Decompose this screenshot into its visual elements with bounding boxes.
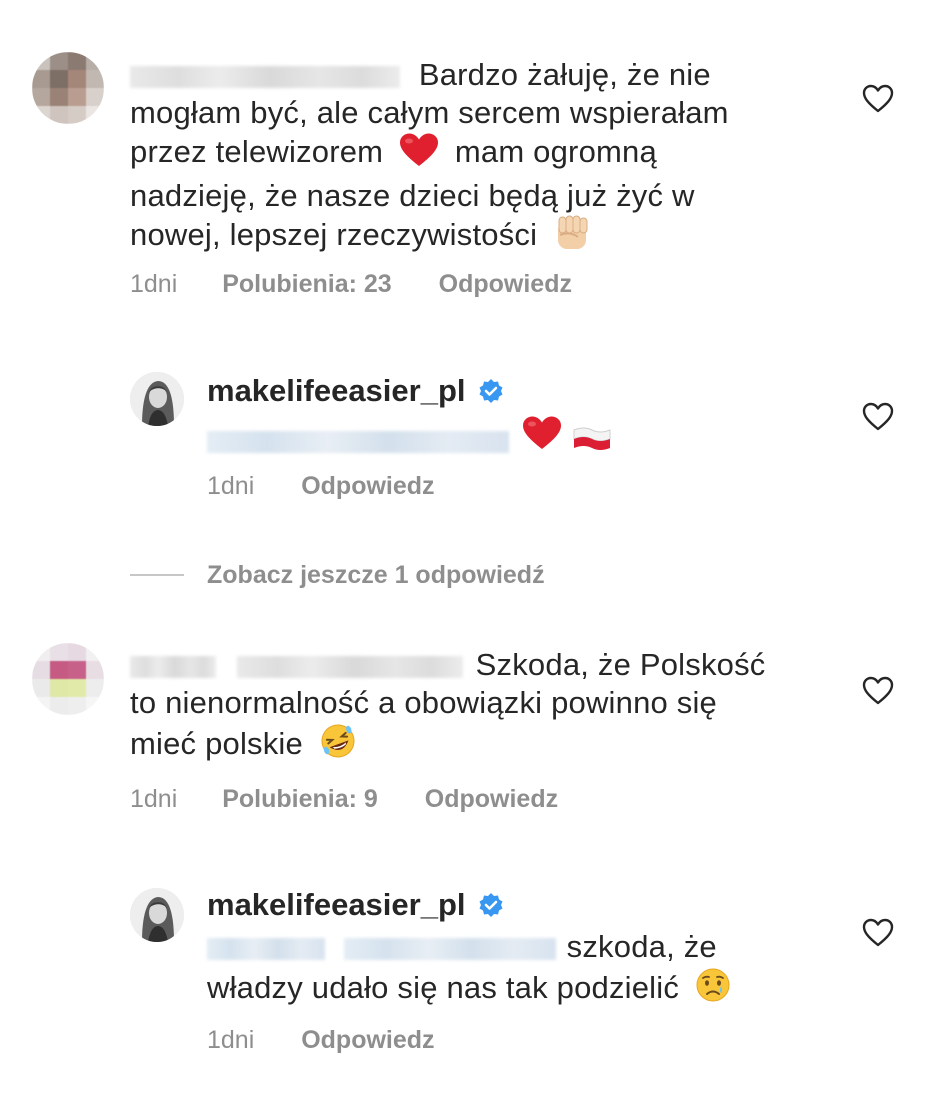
reply-meta: 1dni Odpowiedz [207, 1026, 435, 1055]
comment-line: przez telewizorem mam ogromną [130, 132, 830, 177]
username[interactable]: makelifeeasier_pl [207, 887, 466, 922]
heart-outline-icon [862, 84, 894, 113]
comment-line: to nienormalność a obowiązki powinno się [130, 685, 717, 720]
username-line: makelifeeasier_pl [207, 372, 827, 410]
red-heart-emoji [398, 132, 440, 177]
poland-flag-emoji [572, 426, 612, 457]
like-comment-button[interactable] [862, 84, 894, 119]
likes-count[interactable]: Polubienia: 9 [222, 785, 378, 813]
reply-button[interactable]: Odpowiedz [425, 785, 558, 813]
reply-meta: 1dni Odpowiedz [207, 472, 435, 501]
heart-outline-icon [862, 918, 894, 947]
comment-text: Szkoda, że Polskość to nienormalność a o… [130, 646, 830, 769]
reply-text: szkoda, że władzy udało się nas tak podz… [207, 928, 827, 1013]
red-heart-emoji [521, 414, 563, 457]
reply-button[interactable]: Odpowiedz [301, 1026, 434, 1054]
comment-line: nowej, lepszej rzeczywistości [130, 215, 830, 260]
like-reply-button[interactable] [862, 918, 894, 953]
blurred-mention[interactable] [207, 937, 325, 960]
commenter-avatar[interactable] [32, 643, 104, 715]
reply-text-line: władzy udało się nas tak podzielić [207, 966, 827, 1013]
comment-text: Bardzo żałuję, że nie mogłam być, ale ca… [130, 56, 830, 260]
comment-line: Bardzo żałuję, że nie [130, 56, 830, 94]
comment-meta: 1dni Polubienia: 9 Odpowiedz [130, 785, 558, 814]
verified-badge-icon [479, 379, 503, 403]
timestamp: 1dni [207, 472, 255, 500]
reply-button[interactable]: Odpowiedz [301, 472, 434, 500]
crying-face-emoji [694, 966, 732, 1013]
like-comment-button[interactable] [862, 676, 894, 711]
commenter-avatar[interactable] [32, 52, 104, 124]
blurred-mention[interactable] [207, 430, 509, 453]
username[interactable]: makelifeeasier_pl [207, 373, 466, 408]
rofl-emoji [318, 722, 358, 769]
likes-count[interactable]: Polubienia: 23 [222, 270, 391, 298]
reply-body: makelifeeasier_pl szkoda, że władzy udał… [207, 886, 827, 1013]
blurred-username[interactable] [130, 65, 400, 88]
blurred-username[interactable] [130, 655, 216, 678]
timestamp: 1dni [130, 270, 178, 298]
raised-fist-emoji [552, 215, 592, 260]
timestamp: 1dni [207, 1026, 255, 1054]
reply-text-line [207, 414, 827, 457]
comment-meta: 1dni Polubienia: 23 Odpowiedz [130, 270, 572, 299]
username-line: makelifeeasier_pl [207, 886, 827, 924]
reply-button[interactable]: Odpowiedz [439, 270, 572, 298]
comment-line: mogłam być, ale całym sercem wspierałam [130, 95, 729, 130]
comment-line: mieć polskie [130, 722, 830, 769]
comment-line: Szkoda, że Polskość [130, 646, 830, 684]
blurred-username[interactable] [236, 655, 463, 678]
blurred-mention[interactable] [343, 937, 556, 960]
verified-badge-icon [479, 893, 503, 917]
reply-body: makelifeeasier_pl [207, 372, 827, 457]
view-more-replies-button[interactable]: Zobacz jeszcze 1 odpowiedź [207, 561, 545, 590]
comment-line: nadzieję, że nasze dzieci będą już żyć w [130, 178, 695, 213]
like-reply-button[interactable] [862, 402, 894, 437]
heart-outline-icon [862, 676, 894, 705]
timestamp: 1dni [130, 785, 178, 813]
heart-outline-icon [862, 402, 894, 431]
view-more-divider [130, 574, 184, 576]
reply-avatar[interactable] [130, 372, 184, 426]
reply-avatar[interactable] [130, 888, 184, 942]
reply-text-line: szkoda, że [207, 928, 827, 966]
